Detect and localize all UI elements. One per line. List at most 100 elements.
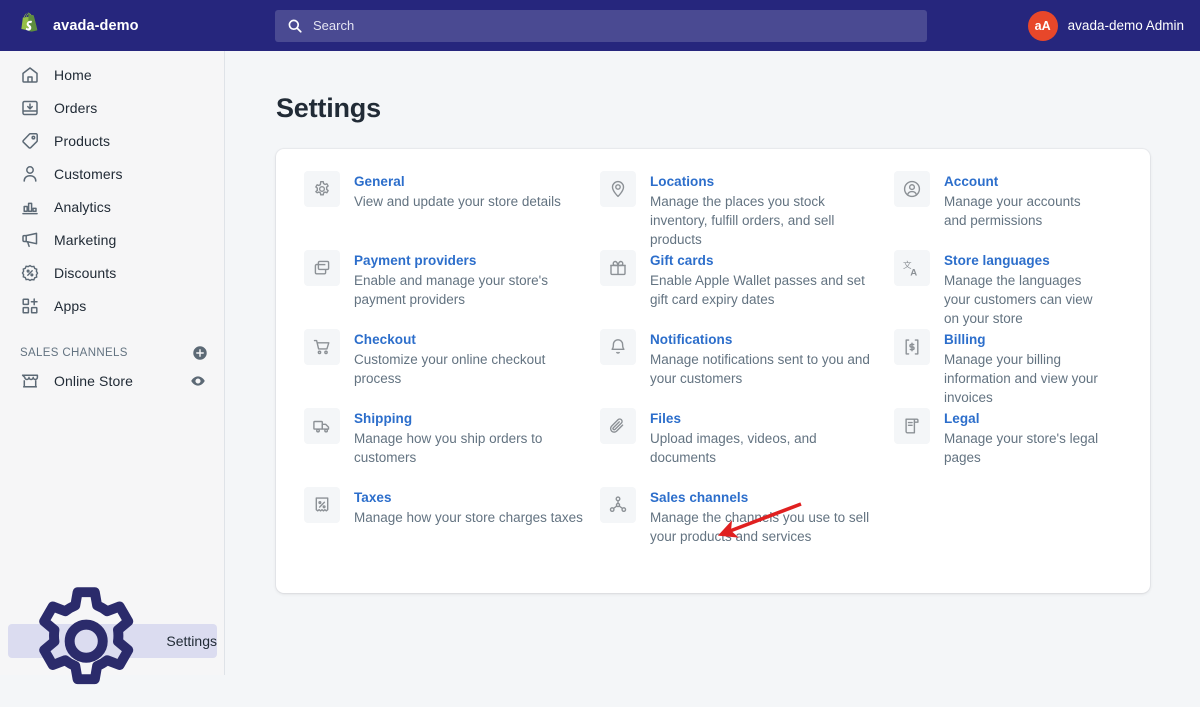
sidebar-item-orders[interactable]: Orders [8, 93, 216, 123]
plus-circle-icon[interactable] [192, 345, 208, 361]
settings-link[interactable]: Billing [944, 331, 986, 348]
user-menu[interactable]: aA avada-demo Admin [1028, 0, 1184, 51]
settings-item-payment-providers[interactable]: Payment providers Enable and manage your… [304, 250, 600, 329]
translate-icon: 文 A [902, 258, 922, 278]
settings-desc: Manage your accounts and permissions [944, 192, 1106, 230]
settings-link[interactable]: Locations [650, 173, 714, 190]
sidebar-item-marketing[interactable]: Marketing [8, 225, 216, 255]
settings-item-gift-cards[interactable]: Gift cards Enable Apple Wallet passes an… [600, 250, 894, 329]
sales-channels-section-label: SALES CHANNELS [20, 347, 128, 359]
orders-inbox-icon [20, 98, 40, 118]
settings-desc: Enable Apple Wallet passes and set gift … [650, 271, 878, 309]
cell-body: Notifications Manage notifications sent … [650, 329, 878, 408]
bell-icon [608, 337, 628, 357]
store-name-label: avada-demo [53, 18, 139, 34]
sidebar-item-customers[interactable]: Customers [8, 159, 216, 189]
sidebar-nav: Home Orders Products Customers [0, 51, 224, 396]
icon-tile [894, 408, 930, 444]
sidebar-item-label: Orders [54, 100, 97, 116]
settings-item-legal[interactable]: Legal Manage your store's legal pages [894, 408, 1122, 487]
product-tag-icon [20, 131, 40, 151]
store-brand[interactable]: avada-demo [0, 0, 225, 51]
settings-desc: Manage your billing information and view… [944, 350, 1106, 407]
settings-link[interactable]: Gift cards [650, 252, 714, 269]
settings-item-general[interactable]: General View and update your store detai… [304, 171, 600, 250]
cell-body: Locations Manage the places you stock in… [650, 171, 878, 250]
icon-tile [894, 171, 930, 207]
settings-item-billing[interactable]: Billing Manage your billing information … [894, 329, 1122, 408]
avatar-initials: aA [1035, 19, 1051, 33]
settings-link[interactable]: Files [650, 410, 681, 427]
settings-item-account[interactable]: Account Manage your accounts and permiss… [894, 171, 1122, 250]
settings-desc: Customize your online checkout process [354, 350, 584, 388]
settings-desc: Manage how your store charges taxes [354, 508, 583, 527]
eye-icon[interactable] [190, 373, 206, 389]
gear-icon [312, 179, 332, 199]
settings-desc: Manage the channels you use to sell your… [650, 508, 878, 546]
icon-tile [600, 487, 636, 523]
settings-card: General View and update your store detai… [276, 149, 1150, 593]
main-content: Settings General View and update your st… [226, 51, 1200, 675]
settings-item-taxes[interactable]: Taxes Manage how your store charges taxe… [304, 487, 600, 566]
settings-item-files[interactable]: Files Upload images, videos, and documen… [600, 408, 894, 487]
cell-body: Gift cards Enable Apple Wallet passes an… [650, 250, 878, 329]
settings-link[interactable]: Checkout [354, 331, 416, 348]
icon-tile [600, 329, 636, 365]
settings-item-notifications[interactable]: Notifications Manage notifications sent … [600, 329, 894, 408]
settings-grid: General View and update your store detai… [304, 171, 1122, 566]
icon-tile [304, 329, 340, 365]
sidebar-item-label: Home [54, 67, 92, 83]
sidebar-item-settings[interactable]: Settings [8, 624, 217, 658]
settings-item-locations[interactable]: Locations Manage the places you stock in… [600, 171, 894, 250]
cell-body: Payment providers Enable and manage your… [354, 250, 584, 329]
paperclip-icon [608, 416, 628, 436]
settings-link[interactable]: Taxes [354, 489, 392, 506]
cell-body: General View and update your store detai… [354, 171, 561, 250]
sidebar-item-label: Settings [166, 633, 217, 649]
search-input[interactable] [313, 18, 915, 33]
sales-channels-section-header: SALES CHANNELS [0, 340, 224, 366]
storefront-icon [20, 371, 40, 391]
billing-receipt-icon [902, 337, 922, 357]
sidebar-item-label: Discounts [54, 265, 116, 281]
legal-scroll-icon [902, 416, 922, 436]
settings-item-store-languages[interactable]: 文 A Store languages Manage the languages… [894, 250, 1122, 329]
search-bar[interactable] [275, 10, 927, 42]
svg-text:A: A [910, 267, 917, 278]
shopify-bag-icon [16, 12, 42, 40]
page-title: Settings [276, 93, 1200, 124]
settings-link[interactable]: Legal [944, 410, 980, 427]
sidebar-item-products[interactable]: Products [8, 126, 216, 156]
discount-percent-badge-icon [20, 263, 40, 283]
settings-item-sales-channels[interactable]: Sales channels Manage the channels you u… [600, 487, 894, 566]
sidebar-item-home[interactable]: Home [8, 60, 216, 90]
sidebar-item-discounts[interactable]: Discounts [8, 258, 216, 288]
settings-link[interactable]: Store languages [944, 252, 1050, 269]
icon-tile [304, 487, 340, 523]
settings-desc: Manage the languages your customers can … [944, 271, 1106, 328]
settings-link[interactable]: General [354, 173, 405, 190]
sidebar-item-label: Analytics [54, 199, 111, 215]
settings-link[interactable]: Notifications [650, 331, 732, 348]
settings-item-shipping[interactable]: Shipping Manage how you ship orders to c… [304, 408, 600, 487]
cell-body: Checkout Customize your online checkout … [354, 329, 584, 408]
sidebar-item-label: Customers [54, 166, 123, 182]
analytics-bar-chart-icon [20, 197, 40, 217]
icon-tile [304, 171, 340, 207]
settings-item-checkout[interactable]: Checkout Customize your online checkout … [304, 329, 600, 408]
sidebar-item-apps[interactable]: Apps [8, 291, 216, 321]
settings-link[interactable]: Account [944, 173, 998, 190]
gift-card-icon [608, 258, 628, 278]
settings-link[interactable]: Sales channels [650, 489, 748, 506]
cell-body: Account Manage your accounts and permiss… [944, 171, 1106, 250]
settings-link[interactable]: Shipping [354, 410, 412, 427]
settings-desc: Manage notifications sent to you and you… [650, 350, 878, 388]
sidebar-item-online-store[interactable]: Online Store [8, 366, 216, 396]
icon-tile [600, 171, 636, 207]
sidebar-item-analytics[interactable]: Analytics [8, 192, 216, 222]
settings-link[interactable]: Payment providers [354, 252, 476, 269]
location-pin-icon [608, 179, 628, 199]
cell-body: Taxes Manage how your store charges taxe… [354, 487, 583, 566]
settings-desc: Manage how you ship orders to customers [354, 429, 584, 467]
cell-body: Shipping Manage how you ship orders to c… [354, 408, 584, 487]
